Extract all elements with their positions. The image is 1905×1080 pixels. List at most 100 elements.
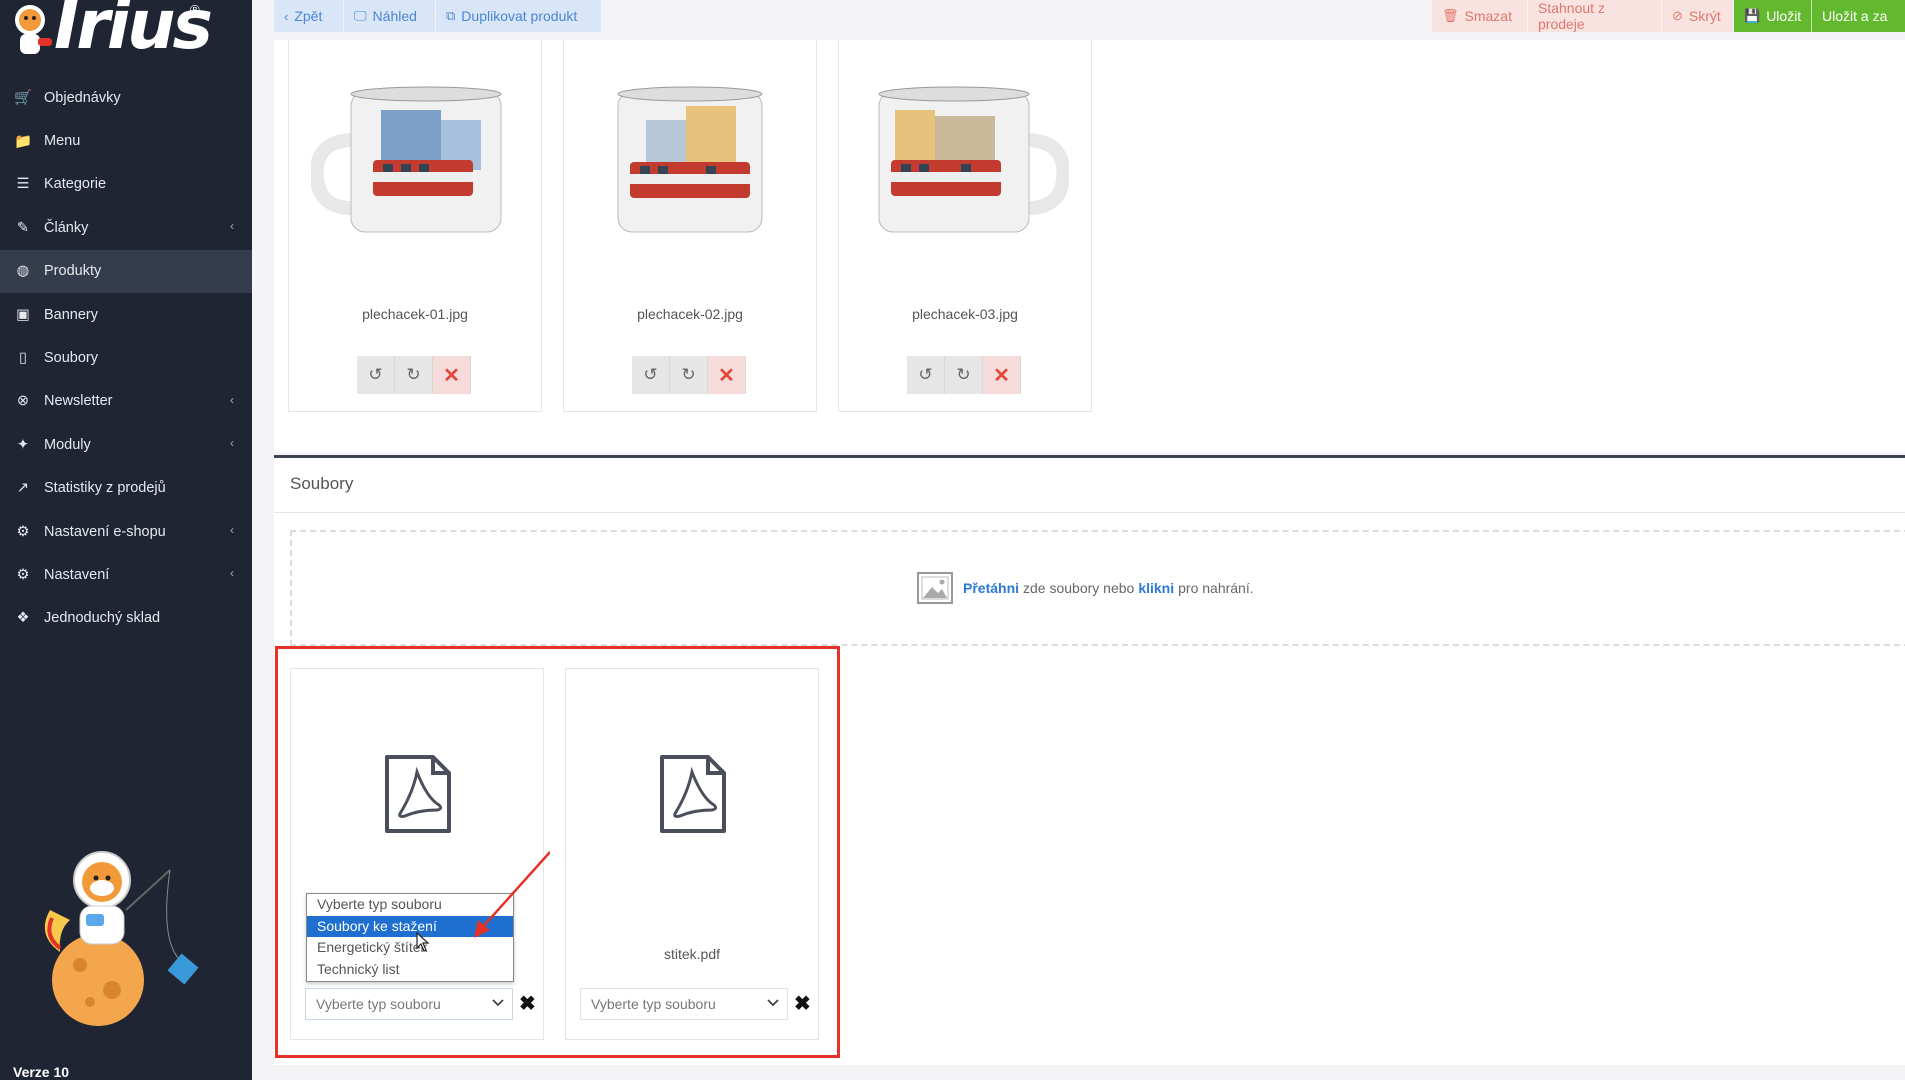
- chevron-left-icon: ‹: [284, 8, 289, 24]
- rotate-left-icon: ↺: [368, 365, 383, 384]
- action-toolbar: ‹ Zpět 🖵 Náhled ⧉ Duplikovat produkt 🗑 S…: [252, 0, 1905, 34]
- sidebar-item-objedn-vky[interactable]: 🛒 Objednávky: [0, 76, 252, 119]
- close-icon: ✕: [718, 364, 735, 387]
- image-actions: ↺ ↻ ✕: [907, 356, 1021, 394]
- annotation-highlight-box: [275, 646, 840, 1058]
- drag-drop-link[interactable]: Přetáhni: [963, 580, 1019, 596]
- image-filename: plechacek-01.jpg: [362, 306, 468, 322]
- file-dropzone[interactable]: Přetáhni zde soubory nebo klikni pro nah…: [290, 530, 1905, 646]
- sidebar-item-moduly[interactable]: ✦ Moduly ‹: [0, 423, 252, 466]
- duplicate-button-label: Duplikovat produkt: [461, 8, 578, 24]
- folder-icon: 📁: [13, 133, 33, 150]
- dropzone-middle-text: zde soubory nebo: [1023, 580, 1135, 596]
- sidebar-item-statistiky-z-prodej-[interactable]: ↗ Statistiky z prodejů: [0, 467, 252, 510]
- rotate-left-button[interactable]: ↺: [357, 356, 395, 394]
- sidebar-item-soubory[interactable]: ▯ Soubory: [0, 336, 252, 379]
- rotate-left-icon: ↺: [918, 365, 933, 384]
- duplicate-product-button[interactable]: ⧉ Duplikovat produkt: [436, 0, 602, 32]
- sidebar-item-jednoduch-sklad[interactable]: ❖ Jednoduchý sklad: [0, 597, 252, 640]
- mug-image-thumbnail[interactable]: [311, 80, 519, 250]
- rotate-left-icon: ↺: [643, 365, 658, 384]
- sidebar-item-label: Statistiky z prodejů: [44, 480, 166, 497]
- sidebar-item-label: Menu: [44, 133, 81, 150]
- astronaut-shiba-on-moon-illustration: [44, 851, 199, 1026]
- list-icon: ☰: [16, 176, 30, 193]
- delete-button[interactable]: 🗑 Smazat: [1432, 0, 1528, 32]
- image-upload-icon: [917, 572, 953, 604]
- dropbox-icon: ❖: [16, 610, 30, 627]
- hide-button-label: Skrýt: [1688, 8, 1721, 24]
- gears-icon: ⚙: [16, 523, 30, 540]
- file-icon: ▯: [19, 350, 27, 367]
- save-button[interactable]: 💾 Uložit: [1734, 0, 1812, 32]
- image-card: plechacek-03.jpg ↺ ↻ ✕: [838, 40, 1092, 412]
- delete-image-button[interactable]: ✕: [433, 356, 471, 394]
- sidebar-item-label: Články: [44, 219, 89, 236]
- image-filename: plechacek-03.jpg: [912, 306, 1018, 322]
- mouse-cursor-icon: [416, 932, 430, 952]
- sidebar-item--l-nky[interactable]: ✎ Články ‹: [0, 206, 252, 249]
- copy-icon: ⧉: [446, 8, 456, 23]
- floppy-disk-icon: 💾: [1744, 8, 1761, 23]
- delete-image-button[interactable]: ✕: [708, 356, 746, 394]
- image-filename: plechacek-02.jpg: [637, 306, 743, 322]
- image-card: plechacek-02.jpg ↺ ↻ ✕: [563, 40, 817, 412]
- hide-button[interactable]: ⊘ Skrýt: [1662, 0, 1734, 32]
- sidebar: Irius ® 🛒 Objednávky 📁 Menu ☰ Kategorie ✎ Článk…: [0, 0, 252, 1080]
- withdraw-from-sale-button[interactable]: Stahnout z prodeje: [1528, 0, 1662, 32]
- trash-icon: 🗑: [1442, 8, 1459, 23]
- envelope-icon: ⊗: [16, 393, 30, 410]
- delete-image-button[interactable]: ✕: [983, 356, 1021, 394]
- eye-slash-icon: ⊘: [1672, 8, 1683, 23]
- puzzle-icon: ✦: [16, 436, 30, 453]
- files-section-title: Soubory: [290, 474, 354, 493]
- app-logo[interactable]: Irius ®: [4, 0, 213, 65]
- rotate-left-button[interactable]: ↺: [632, 356, 670, 394]
- dropzone-text: Přetáhni zde soubory nebo klikni pro nah…: [917, 572, 1254, 604]
- rotate-right-icon: ↻: [406, 365, 421, 384]
- sidebar-item-label: Produkty: [44, 263, 102, 280]
- chevron-left-icon: ‹: [230, 392, 234, 407]
- rotate-right-button[interactable]: ↻: [670, 356, 708, 394]
- gears-icon: ⚙: [16, 566, 30, 583]
- pen-icon: ✎: [16, 219, 30, 236]
- chevron-left-icon: ‹: [230, 566, 234, 581]
- chevron-left-icon: ‹: [230, 436, 234, 451]
- chart-line-icon: ↗: [16, 480, 30, 497]
- click-upload-link[interactable]: klikni: [1138, 580, 1174, 596]
- mug-image-thumbnail[interactable]: [586, 80, 794, 250]
- close-icon: ✕: [993, 364, 1010, 387]
- sidebar-item-label: Objednávky: [44, 89, 121, 106]
- sidebar-item-bannery[interactable]: ▣ Bannery: [0, 293, 252, 336]
- annotation-arrow: [474, 851, 550, 938]
- sidebar-item-label: Jednoduchý sklad: [44, 610, 161, 627]
- mug-image-thumbnail[interactable]: [861, 80, 1069, 250]
- save-and-close-button[interactable]: Uložit a za: [1812, 0, 1905, 32]
- save-button-label: Uložit: [1766, 8, 1802, 24]
- save-close-button-label: Uložit a za: [1822, 8, 1888, 24]
- sidebar-item-label: Bannery: [44, 306, 99, 323]
- image-actions: ↺ ↻ ✕: [632, 356, 746, 394]
- sidebar-item-menu[interactable]: 📁 Menu: [0, 119, 252, 162]
- withdraw-button-label: Stahnout z prodeje: [1538, 0, 1605, 32]
- sidebar-item-nastaven-[interactable]: ⚙ Nastavení ‹: [0, 553, 252, 596]
- sidebar-item-kategorie[interactable]: ☰ Kategorie: [0, 163, 252, 206]
- back-button-label: Zpět: [294, 8, 323, 24]
- rotate-right-button[interactable]: ↻: [395, 356, 433, 394]
- sidebar-item-produkty[interactable]: ◍ Produkty: [0, 249, 252, 293]
- rotate-right-button[interactable]: ↻: [945, 356, 983, 394]
- sidebar-item-label: Soubory: [44, 350, 99, 367]
- preview-button[interactable]: 🖵 Náhled: [344, 0, 436, 32]
- sidebar-item-label: Nastavení: [44, 566, 110, 583]
- chevron-left-icon: ‹: [230, 522, 234, 537]
- rotate-right-icon: ↻: [956, 365, 971, 384]
- mascot-logo-icon: [15, 5, 52, 54]
- sidebar-item-nastaven-e-shopu[interactable]: ⚙ Nastavení e-shopu ‹: [0, 510, 252, 553]
- back-button[interactable]: ‹ Zpět: [274, 0, 344, 32]
- rotate-left-button[interactable]: ↺: [907, 356, 945, 394]
- sidebar-item-label: Nastavení e-shopu: [44, 523, 166, 540]
- chevron-left-icon: ‹: [230, 219, 234, 234]
- sidebar-item-newsletter[interactable]: ⊗ Newsletter ‹: [0, 380, 252, 423]
- logo-registered-mark: ®: [190, 2, 200, 17]
- divider: [274, 512, 1905, 513]
